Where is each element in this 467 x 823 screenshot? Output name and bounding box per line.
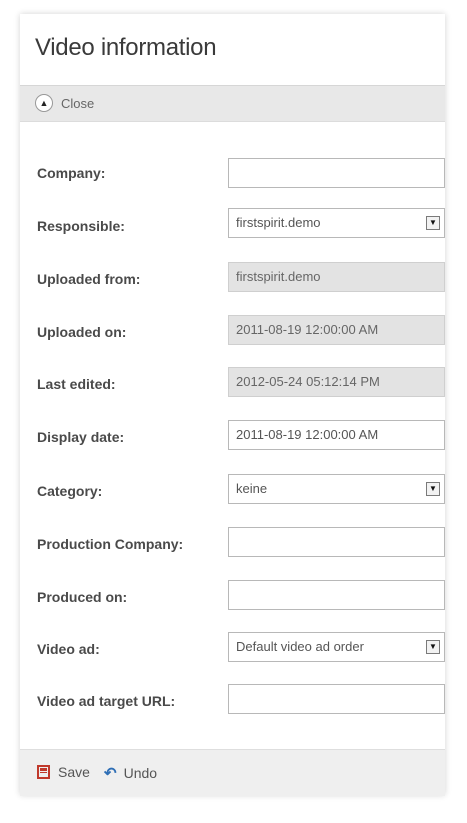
chevron-up-icon: ▲ <box>35 94 53 112</box>
dropdown-arrow-icon[interactable]: ▼ <box>426 482 440 496</box>
video-ad-target-url-input[interactable] <box>228 684 445 714</box>
uploaded-from-label: Uploaded from: <box>37 271 141 287</box>
last-edited-field: 2012-05-24 05:12:14 PM <box>228 367 445 397</box>
close-label: Close <box>61 95 95 111</box>
company-input[interactable] <box>228 158 445 188</box>
display-date-label: Display date: <box>37 429 125 445</box>
production-company-label: Production Company: <box>37 536 184 552</box>
last-edited-label: Last edited: <box>37 376 116 392</box>
panel-title: Video information <box>35 34 217 61</box>
dropdown-arrow-icon[interactable]: ▼ <box>426 216 440 230</box>
category-value: keine <box>236 481 268 496</box>
undo-label: Undo <box>123 765 158 781</box>
category-select[interactable]: keine ▼ <box>228 474 445 504</box>
close-button[interactable]: ▲ Close <box>35 92 94 114</box>
produced-on-label: Produced on: <box>37 589 128 605</box>
video-ad-target-url-label: Video ad target URL: <box>37 693 176 709</box>
dropdown-arrow-icon[interactable]: ▼ <box>426 640 440 654</box>
close-bar: ▲ Close <box>20 85 445 122</box>
save-icon <box>37 765 50 779</box>
save-button[interactable]: Save <box>37 764 90 780</box>
uploaded-on-field: 2011-08-19 12:00:00 AM <box>228 315 445 345</box>
uploaded-on-label: Uploaded on: <box>37 324 127 340</box>
video-information-panel: Video information ▲ Close Company: Respo… <box>20 14 445 796</box>
responsible-label: Responsible: <box>37 218 125 234</box>
production-company-input[interactable] <box>228 527 445 557</box>
responsible-value: firstspirit.demo <box>236 215 321 230</box>
save-label: Save <box>58 764 90 780</box>
undo-icon: ↶ <box>104 765 117 782</box>
responsible-select[interactable]: firstspirit.demo ▼ <box>228 208 445 238</box>
display-date-input[interactable]: 2011-08-19 12:00:00 AM <box>228 420 445 450</box>
undo-button[interactable]: ↶ Undo <box>104 764 157 782</box>
video-ad-value: Default video ad order <box>236 639 364 654</box>
uploaded-from-field: firstspirit.demo <box>228 262 445 292</box>
panel-footer: Save ↶ Undo <box>20 749 445 796</box>
company-label: Company: <box>37 165 106 181</box>
category-label: Category: <box>37 483 103 499</box>
video-ad-select[interactable]: Default video ad order ▼ <box>228 632 445 662</box>
video-ad-label: Video ad: <box>37 641 100 657</box>
produced-on-input[interactable] <box>228 580 445 610</box>
